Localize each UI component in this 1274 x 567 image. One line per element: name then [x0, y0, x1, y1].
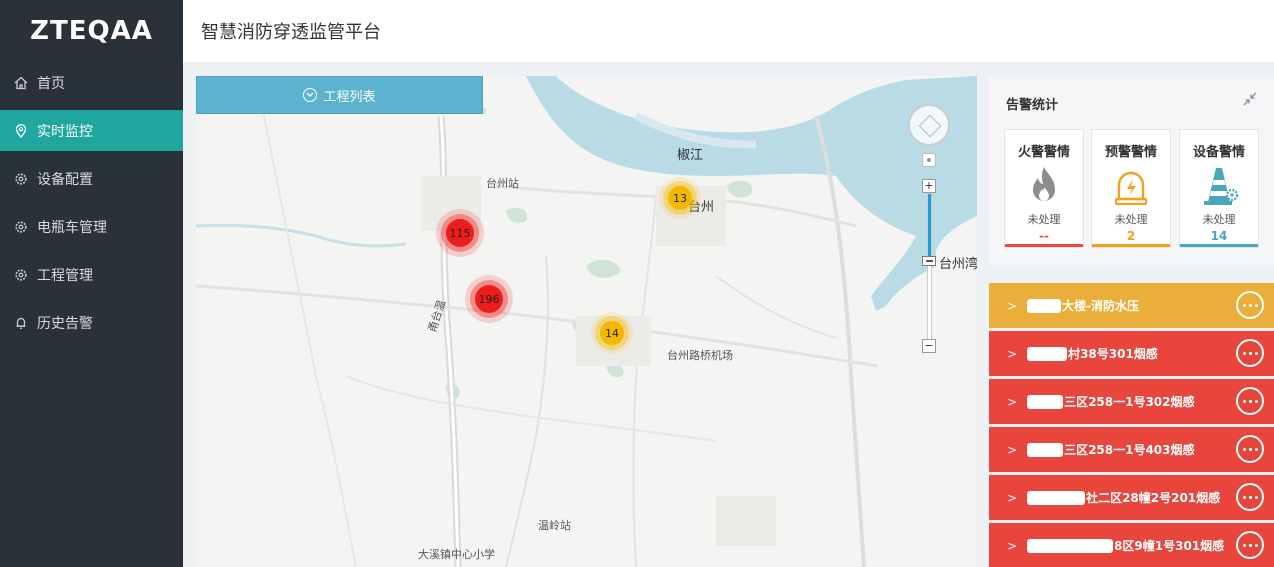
- map-locate-button[interactable]: [922, 153, 936, 167]
- zoom-slider-track[interactable]: [927, 193, 932, 343]
- card-color-bar: [1180, 244, 1258, 247]
- alarm-list-item[interactable]: > 8区9幢1号301烟感: [989, 523, 1274, 567]
- page-title: 智慧消防穿透监管平台: [201, 22, 381, 43]
- map-pan-control[interactable]: [908, 104, 950, 146]
- warning-cluster-marker[interactable]: 14: [600, 321, 624, 345]
- map-label-wenling-station: 温岭站: [538, 519, 571, 532]
- card-color-bar: [1092, 244, 1170, 247]
- card-title: 设备警情: [1192, 145, 1245, 160]
- sidebar-item-label: 设备配置: [37, 171, 93, 188]
- sidebar-item-label: 工程管理: [37, 267, 93, 284]
- alarm-text: 8区9幢1号301烟感: [1114, 539, 1225, 553]
- gear-icon: [14, 268, 28, 282]
- project-list-button[interactable]: 工程列表: [196, 76, 483, 114]
- project-list-label: 工程列表: [323, 89, 376, 105]
- redacted-mask: [1027, 394, 1064, 409]
- redacted-mask: [1027, 538, 1114, 553]
- collapse-icon[interactable]: [1242, 91, 1258, 107]
- alarm-text: 大楼-消防水压: [1062, 299, 1140, 313]
- sidebar-item-realtime-monitor[interactable]: 实时监控: [0, 110, 183, 151]
- redacted-mask: [1027, 442, 1064, 457]
- flame-icon: [1024, 165, 1064, 207]
- redacted-mask: [1027, 298, 1062, 313]
- redacted-mask: [1027, 490, 1086, 505]
- alarm-list-item[interactable]: > 大楼-消防水压: [989, 283, 1274, 328]
- card-status: 未处理: [1202, 213, 1236, 226]
- sidebar-item-project-management[interactable]: 工程管理: [0, 254, 183, 295]
- card-status: 未处理: [1114, 213, 1148, 226]
- alarm-list-item[interactable]: > 三区258一1号403烟感: [989, 427, 1274, 472]
- zoom-in-button[interactable]: +: [922, 179, 936, 193]
- warning-alarm-card[interactable]: 预警警情 未处理 2: [1091, 129, 1171, 248]
- map-panel[interactable]: 工程列表 椒江 台州站 台州 台州湾 台州路桥机场 温岭站 大溪镇中心小学 甬台…: [196, 76, 977, 567]
- home-icon: [14, 76, 28, 90]
- card-count: --: [1039, 229, 1049, 243]
- chat-bubble-icon[interactable]: [1236, 531, 1264, 559]
- chat-bubble-icon[interactable]: [1236, 339, 1264, 367]
- sidebar-item-label: 首页: [37, 75, 65, 92]
- map-label-airport: 台州路桥机场: [667, 349, 733, 362]
- alarm-list-item[interactable]: > 三区258一1号302烟感: [989, 379, 1274, 424]
- card-count: 14: [1210, 229, 1228, 243]
- map-label-school: 大溪镇中心小学: [418, 548, 495, 561]
- gear-icon: [14, 220, 28, 234]
- card-title: 火警警情: [1017, 145, 1070, 160]
- zoom-slider-fill: [928, 194, 931, 262]
- alarm-cluster-marker[interactable]: 115: [446, 219, 474, 247]
- device-alarm-card[interactable]: 设备警情 未处理 14: [1179, 129, 1259, 248]
- alarm-text: 三区258一1号403烟感: [1064, 443, 1195, 457]
- chevron-right-icon: >: [1007, 538, 1018, 553]
- chevron-right-icon: >: [1007, 394, 1018, 409]
- chevron-down-icon: [303, 88, 318, 102]
- alarm-cluster-marker[interactable]: 196: [475, 285, 503, 313]
- sidebar-item-alarm-history[interactable]: 历史告警: [0, 302, 183, 343]
- alarm-text: 村38号301烟感: [1068, 347, 1158, 361]
- traffic-cone-gear-icon: [1199, 165, 1239, 207]
- zoom-slider-handle[interactable]: [922, 255, 936, 266]
- alarm-list-item[interactable]: > 村38号301烟感: [989, 331, 1274, 376]
- chevron-right-icon: >: [1007, 490, 1018, 505]
- alarm-stats-title: 告警统计: [1006, 98, 1059, 113]
- chevron-right-icon: >: [1007, 298, 1018, 313]
- sidebar-item-home[interactable]: 首页: [0, 62, 183, 103]
- gear-icon: [14, 172, 28, 186]
- map-label-taizhou-bay: 台州湾: [939, 257, 977, 272]
- map-background: [196, 76, 977, 567]
- bell-icon: [14, 316, 28, 330]
- alarm-text: 社二区28幢2号201烟感: [1086, 491, 1221, 505]
- chevron-right-icon: >: [1007, 346, 1018, 361]
- zoom-out-button[interactable]: −: [922, 339, 936, 353]
- sidebar-item-label: 电瓶车管理: [37, 219, 107, 236]
- alarm-list: > 大楼-消防水压 > 村38号301烟感 > 三区258一1号302烟感 > …: [989, 283, 1274, 567]
- alarm-list-item[interactable]: > 社二区28幢2号201烟感: [989, 475, 1274, 520]
- map-label-taizhou-station: 台州站: [486, 177, 519, 190]
- logo: ZTEQAA: [30, 16, 153, 46]
- card-color-bar: [1005, 244, 1083, 247]
- chat-bubble-icon[interactable]: [1236, 387, 1264, 415]
- redacted-mask: [1027, 346, 1068, 361]
- card-status: 未处理: [1027, 213, 1061, 226]
- sidebar: ZTEQAA 首页 实时监控 设备配置 电瓶车管理 工程管理 历史告警: [0, 0, 183, 567]
- page-header: 智慧消防穿透监管平台: [183, 0, 1274, 62]
- alarm-lamp-icon: [1111, 165, 1151, 207]
- sidebar-item-label: 实时监控: [37, 123, 93, 140]
- sidebar-nav: 首页 实时监控 设备配置 电瓶车管理 工程管理 历史告警: [0, 62, 183, 343]
- sidebar-item-device-config[interactable]: 设备配置: [0, 158, 183, 199]
- chat-bubble-icon[interactable]: [1236, 483, 1264, 511]
- card-title: 预警警情: [1104, 145, 1157, 160]
- sidebar-item-label: 历史告警: [37, 315, 93, 332]
- location-pin-icon: [14, 123, 28, 138]
- sidebar-item-ebike-management[interactable]: 电瓶车管理: [0, 206, 183, 247]
- warning-cluster-marker[interactable]: 13: [668, 186, 692, 210]
- map-label-jiaojiang: 椒江: [677, 148, 704, 163]
- alarm-text: 三区258一1号302烟感: [1064, 395, 1195, 409]
- chat-bubble-icon[interactable]: [1236, 291, 1264, 319]
- chevron-right-icon: >: [1007, 442, 1018, 457]
- fire-alarm-card[interactable]: 火警警情 未处理 --: [1004, 129, 1084, 248]
- chat-bubble-icon[interactable]: [1236, 435, 1264, 463]
- card-count: 2: [1126, 229, 1136, 243]
- alarm-stats-panel: 告警统计 火警警情 未处理 -- 预警警情 未处理 2 设备警情 未处理 14: [989, 77, 1274, 265]
